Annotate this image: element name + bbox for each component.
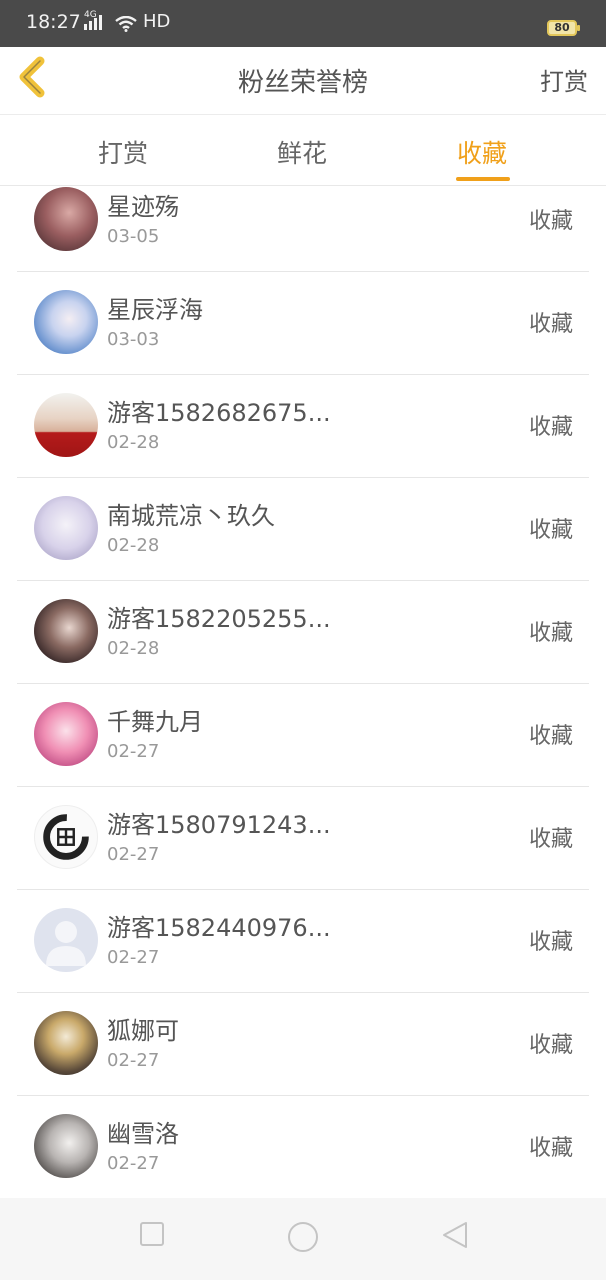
favorite-label: 收藏: [528, 1136, 573, 1161]
favorite-label: 收藏: [528, 1033, 573, 1058]
list-item[interactable]: 游客1580791243... 02-27 收藏: [17, 787, 589, 890]
item-date: 02-28: [107, 432, 160, 453]
list-item[interactable]: 游客1582205255... 02-28 收藏: [17, 581, 589, 684]
fan-list: 星迹殇 03-05 收藏 星辰浮海 03-03 收藏 游客1582682675.…: [0, 186, 606, 1198]
item-date: 02-28: [107, 638, 160, 659]
tab-bar: 打赏 鲜花 收藏: [0, 115, 606, 186]
user-name: 游客1582205255...: [107, 605, 331, 633]
list-item[interactable]: 幽雪洛 02-27 收藏: [17, 1096, 589, 1198]
favorite-label: 收藏: [528, 621, 573, 646]
favorite-label: 收藏: [528, 724, 573, 749]
favorite-label: 收藏: [528, 312, 573, 337]
avatar: [34, 187, 98, 251]
avatar: [34, 496, 98, 560]
tab-reward[interactable]: 打赏: [98, 134, 148, 170]
item-date: 02-27: [107, 1153, 160, 1174]
favorite-label: 收藏: [528, 518, 573, 543]
item-date: 02-27: [107, 947, 160, 968]
avatar: [34, 1114, 98, 1178]
favorite-label: 收藏: [528, 209, 573, 234]
list-item[interactable]: 狐娜可 02-27 收藏: [17, 993, 589, 1096]
list-item[interactable]: 千舞九月 02-27 收藏: [17, 684, 589, 787]
favorite-label: 收藏: [528, 827, 573, 852]
avatar: [34, 1011, 98, 1075]
signal-icon: 4G: [84, 10, 102, 30]
status-bar: 18:27 4G HD 80: [0, 0, 606, 47]
list-item[interactable]: 星迹殇 03-05 收藏: [17, 186, 589, 272]
avatar: [34, 290, 98, 354]
user-name: 游客1580791243...: [107, 811, 331, 839]
active-tab-indicator: [456, 177, 510, 181]
wifi-icon: [115, 16, 137, 32]
home-icon[interactable]: [286, 1220, 320, 1254]
avatar: [34, 702, 98, 766]
favorite-label: 收藏: [528, 415, 573, 440]
user-name: 游客1582682675...: [107, 399, 331, 427]
favorite-label: 收藏: [528, 930, 573, 955]
status-time: 18:27: [26, 11, 81, 33]
item-date: 03-05: [107, 226, 160, 247]
hd-indicator: HD: [143, 11, 171, 32]
user-name: 星迹殇: [107, 193, 179, 221]
item-date: 03-03: [107, 329, 160, 350]
avatar: [34, 599, 98, 663]
battery-icon: 80: [547, 20, 580, 36]
tab-favorites[interactable]: 收藏: [457, 134, 507, 170]
item-date: 02-27: [107, 844, 160, 865]
ink-circle-icon: [43, 814, 89, 860]
item-date: 02-27: [107, 1050, 160, 1071]
list-item[interactable]: 游客1582682675... 02-28 收藏: [17, 375, 589, 478]
user-name: 南城荒凉丶玖久: [107, 502, 275, 530]
avatar: [34, 908, 98, 972]
page-title: 粉丝荣誉榜: [237, 68, 368, 98]
avatar: [34, 393, 98, 457]
back-icon[interactable]: [440, 1220, 470, 1250]
app-header: 粉丝荣誉榜 打赏: [0, 47, 606, 115]
system-nav-bar: [0, 1198, 606, 1280]
user-name: 狐娜可: [107, 1017, 179, 1045]
user-name: 星辰浮海: [107, 296, 203, 324]
default-avatar-icon: [46, 921, 86, 966]
list-item[interactable]: 南城荒凉丶玖久 02-28 收藏: [17, 478, 589, 581]
reward-button[interactable]: 打赏: [540, 62, 588, 97]
item-date: 02-28: [107, 535, 160, 556]
list-item[interactable]: 游客1582440976... 02-27 收藏: [17, 890, 589, 993]
tab-flowers[interactable]: 鲜花: [277, 134, 327, 170]
user-name: 千舞九月: [107, 708, 203, 736]
user-name: 游客1582440976...: [107, 914, 331, 942]
avatar: [34, 805, 98, 869]
item-date: 02-27: [107, 741, 160, 762]
list-item[interactable]: 星辰浮海 03-03 收藏: [17, 272, 589, 375]
recent-apps-icon[interactable]: [138, 1220, 166, 1248]
user-name: 幽雪洛: [107, 1120, 179, 1148]
network-type: 4G: [84, 10, 97, 20]
